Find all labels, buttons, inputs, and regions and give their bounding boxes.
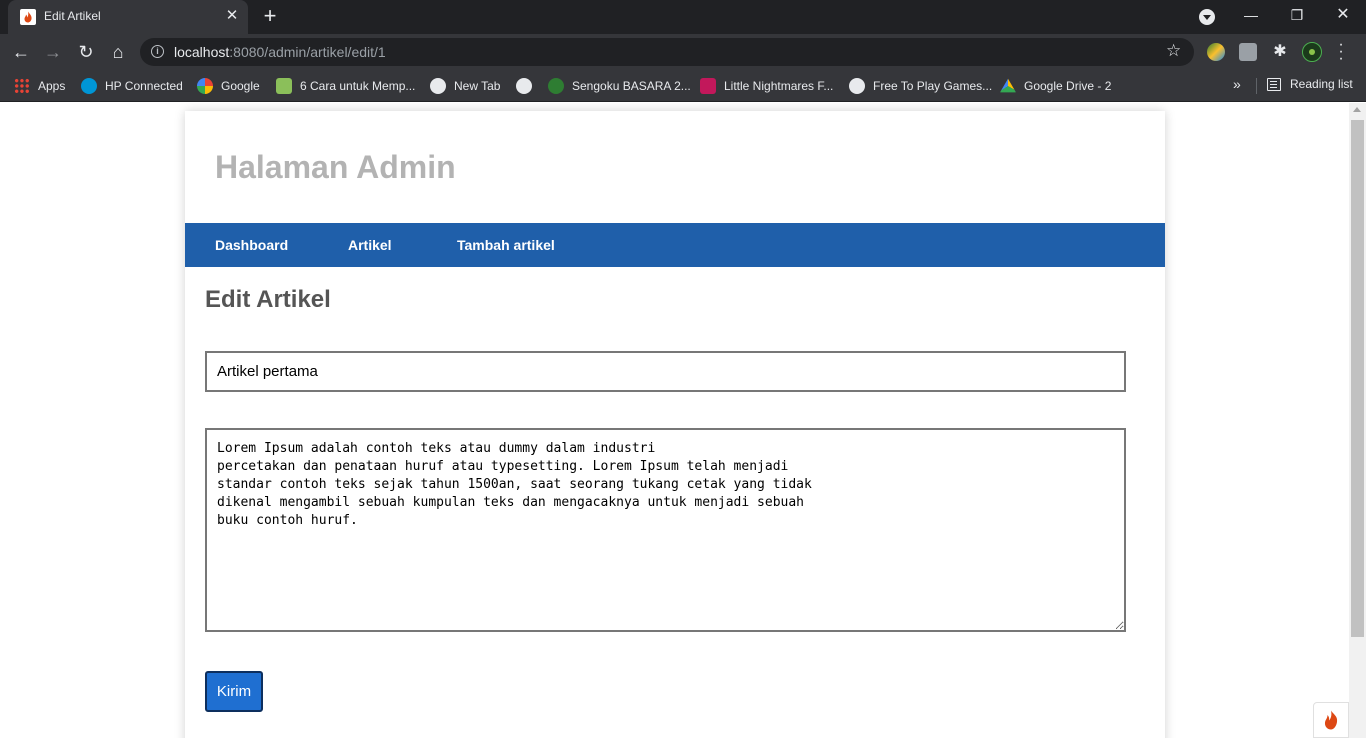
url-text[interactable]: localhost:8080/admin/artikel/edit/1	[174, 44, 386, 60]
page-viewport: Halaman Admin Dashboard Artikel Tambah a…	[0, 103, 1349, 738]
page-container: Halaman Admin Dashboard Artikel Tambah a…	[185, 111, 1165, 738]
reading-list-icon	[1267, 77, 1281, 91]
site-header: Halaman Admin	[185, 111, 1165, 223]
scroll-up-arrow-icon[interactable]	[1353, 107, 1361, 112]
judul-input[interactable]	[205, 351, 1126, 392]
debug-toolbar-toggle[interactable]	[1313, 702, 1349, 738]
browser-tab[interactable]: Edit Artikel ✕	[8, 0, 248, 34]
new-tab-plus-icon[interactable]: +	[260, 5, 280, 27]
globe-icon	[430, 78, 446, 94]
bookmarks-divider	[1256, 78, 1257, 94]
globe-icon	[516, 78, 532, 94]
codeigniter-flame-icon	[20, 9, 36, 25]
browser-tabstrip: Edit Artikel ✕ + — ❐ ✕	[0, 0, 1366, 34]
bookmark-little-nightmares[interactable]: Little Nightmares F...	[700, 77, 833, 95]
folder-icon	[700, 78, 716, 94]
address-bar[interactable]: i localhost:8080/admin/artikel/edit/1 ☆	[140, 38, 1194, 66]
bookmark-google-drive[interactable]: Google Drive - 2	[1000, 77, 1111, 95]
extensions-puzzle-icon[interactable]: ✱	[1271, 43, 1289, 61]
bookmark-6-cara[interactable]: 6 Cara untuk Memp...	[276, 77, 415, 95]
codeigniter-flame-icon	[1324, 710, 1338, 730]
bookmark-google[interactable]: Google	[197, 77, 260, 95]
window-restore-icon[interactable]: ❐	[1274, 0, 1320, 30]
bookmarks-overflow-icon[interactable]: »	[1233, 76, 1241, 92]
forward-arrow-icon[interactable]: →	[40, 39, 66, 65]
profile-avatar[interactable]	[1302, 42, 1322, 62]
main-navbar: Dashboard Artikel Tambah artikel	[185, 223, 1165, 267]
window-close-icon[interactable]: ✕	[1320, 0, 1366, 30]
browser-menu-icon[interactable]: · · ·	[1334, 37, 1348, 67]
bookmark-apps[interactable]: Apps	[14, 77, 65, 95]
reading-list-button[interactable]: Reading list	[1267, 77, 1353, 91]
bookmark-globe[interactable]	[516, 77, 540, 95]
bookmark-star-icon[interactable]: ☆	[1166, 41, 1181, 61]
window-minimize-icon[interactable]: —	[1228, 0, 1274, 30]
nav-artikel-link[interactable]: Artikel	[348, 223, 392, 267]
google-icon	[197, 78, 213, 94]
scrollbar-thumb[interactable]	[1351, 120, 1364, 637]
browser-toolbar: ← → ↻ ⌂ i localhost:8080/admin/artikel/e…	[0, 34, 1366, 70]
tab-search-icon[interactable]	[1199, 9, 1215, 25]
page-title: Edit Artikel	[205, 286, 331, 313]
tab-title: Edit Artikel	[44, 9, 101, 23]
kirim-button[interactable]: Kirim	[205, 671, 263, 712]
bookmarks-bar: Apps HP Connected Google 6 Cara untuk Me…	[0, 70, 1366, 102]
steam-icon	[849, 78, 865, 94]
site-info-icon[interactable]: i	[151, 45, 164, 58]
nav-tambah-artikel-link[interactable]: Tambah artikel	[457, 223, 555, 267]
bookmark-hp-connected[interactable]: HP Connected	[81, 77, 183, 95]
game-icon	[548, 78, 564, 94]
wikihow-icon	[276, 78, 292, 94]
isi-textarea[interactable]: Lorem Ipsum adalah contoh teks atau dumm…	[205, 428, 1126, 632]
bookmark-new-tab[interactable]: New Tab	[430, 77, 500, 95]
site-title: Halaman Admin	[215, 149, 456, 185]
bookmark-sengoku[interactable]: Sengoku BASARA 2...	[548, 77, 691, 95]
back-arrow-icon[interactable]: ←	[8, 39, 34, 65]
hp-icon	[81, 78, 97, 94]
page-scrollbar[interactable]	[1349, 103, 1366, 738]
google-drive-icon	[1000, 78, 1016, 93]
extension-icon[interactable]	[1239, 43, 1257, 61]
apps-grid-icon	[14, 78, 30, 94]
home-icon[interactable]: ⌂	[105, 39, 131, 65]
bookmark-free-to-play[interactable]: Free To Play Games...	[849, 77, 992, 95]
reload-icon[interactable]: ↻	[73, 39, 99, 65]
extension-globe-icon[interactable]	[1207, 43, 1225, 61]
nav-dashboard-link[interactable]: Dashboard	[215, 223, 288, 267]
tab-close-icon[interactable]: ✕	[224, 8, 240, 24]
